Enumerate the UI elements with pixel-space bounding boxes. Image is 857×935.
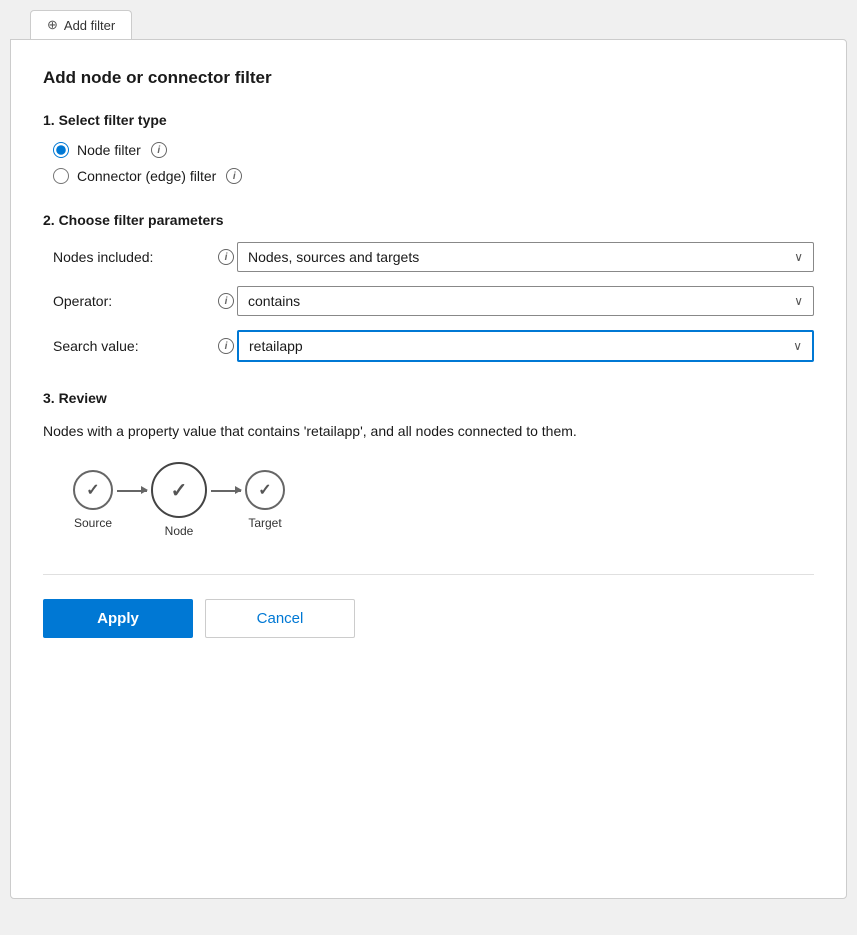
source-to-node-arrow <box>113 490 151 492</box>
section3-heading: 3. Review <box>43 390 814 406</box>
node-diagram: ✓ Source ✓ Node <box>73 462 814 538</box>
node-to-target-arrow <box>207 490 245 492</box>
add-filter-tab[interactable]: ⊕ Add filter <box>30 10 132 39</box>
section2-heading: 2. Choose filter parameters <box>43 212 814 228</box>
source-node-item: ✓ Source <box>73 470 113 530</box>
operator-label: Operator: <box>53 293 213 309</box>
panel-title: Add node or connector filter <box>43 68 814 88</box>
operator-chevron-icon: ∨ <box>794 294 803 308</box>
source-node-circle: ✓ <box>73 470 113 510</box>
radio-connector-filter-label: Connector (edge) filter <box>77 168 216 184</box>
radio-node-filter-input[interactable] <box>53 142 69 158</box>
tab-label: Add filter <box>64 18 115 33</box>
section1-heading: 1. Select filter type <box>43 112 814 128</box>
search-value-label: Search value: <box>53 338 213 354</box>
filter-icon: ⊕ <box>47 17 58 33</box>
nodes-included-dropdown[interactable]: Nodes, sources and targets ∨ <box>237 242 814 272</box>
nodes-included-chevron-icon: ∨ <box>794 250 803 264</box>
filter-panel: Add node or connector filter 1. Select f… <box>10 39 847 899</box>
target-node-label: Target <box>248 516 281 530</box>
center-node-label: Node <box>165 524 194 538</box>
outer-container: ⊕ Add filter Add node or connector filte… <box>10 10 847 899</box>
operator-value: contains <box>248 293 786 309</box>
apply-button[interactable]: Apply <box>43 599 193 638</box>
search-value-dropdown[interactable]: retailapp ∨ <box>237 330 814 362</box>
search-value-chevron-icon: ∨ <box>793 339 802 353</box>
arrow-line-2 <box>211 490 241 492</box>
arrow-line-1 <box>117 490 147 492</box>
search-value-info-icon[interactable]: i <box>218 338 234 354</box>
target-check-icon: ✓ <box>258 480 271 500</box>
nodes-included-info-icon[interactable]: i <box>218 249 234 265</box>
nodes-included-value: Nodes, sources and targets <box>248 249 786 265</box>
operator-dropdown[interactable]: contains ∨ <box>237 286 814 316</box>
nodes-included-info: i <box>213 249 237 265</box>
radio-connector-filter[interactable]: Connector (edge) filter i <box>53 168 814 184</box>
source-node-label: Source <box>74 516 112 530</box>
filter-type-radio-group: Node filter i Connector (edge) filter i <box>53 142 814 184</box>
cancel-button[interactable]: Cancel <box>205 599 355 638</box>
section-review: 3. Review Nodes with a property value th… <box>43 390 814 538</box>
review-text: Nodes with a property value that contain… <box>43 420 814 442</box>
radio-node-filter-label: Node filter <box>77 142 141 158</box>
nodes-included-label: Nodes included: <box>53 249 213 265</box>
radio-connector-filter-input[interactable] <box>53 168 69 184</box>
target-node-item: ✓ Target <box>245 470 285 530</box>
operator-info: i <box>213 293 237 309</box>
source-check-icon: ✓ <box>86 480 99 500</box>
target-node-circle: ✓ <box>245 470 285 510</box>
connector-filter-info-icon[interactable]: i <box>226 168 242 184</box>
center-node-item: ✓ Node <box>151 462 207 538</box>
node-filter-info-icon[interactable]: i <box>151 142 167 158</box>
section-filter-type: 1. Select filter type Node filter i Conn… <box>43 112 814 184</box>
divider <box>43 574 814 575</box>
radio-node-filter[interactable]: Node filter i <box>53 142 814 158</box>
center-node-circle: ✓ <box>151 462 207 518</box>
button-row: Apply Cancel <box>43 599 814 638</box>
search-value-info: i <box>213 338 237 354</box>
operator-info-icon[interactable]: i <box>218 293 234 309</box>
search-value-value: retailapp <box>249 338 785 354</box>
section-filter-params: 2. Choose filter parameters Nodes includ… <box>43 212 814 362</box>
center-check-icon: ✓ <box>171 478 188 503</box>
filter-params-grid: Nodes included: i Nodes, sources and tar… <box>53 242 814 362</box>
